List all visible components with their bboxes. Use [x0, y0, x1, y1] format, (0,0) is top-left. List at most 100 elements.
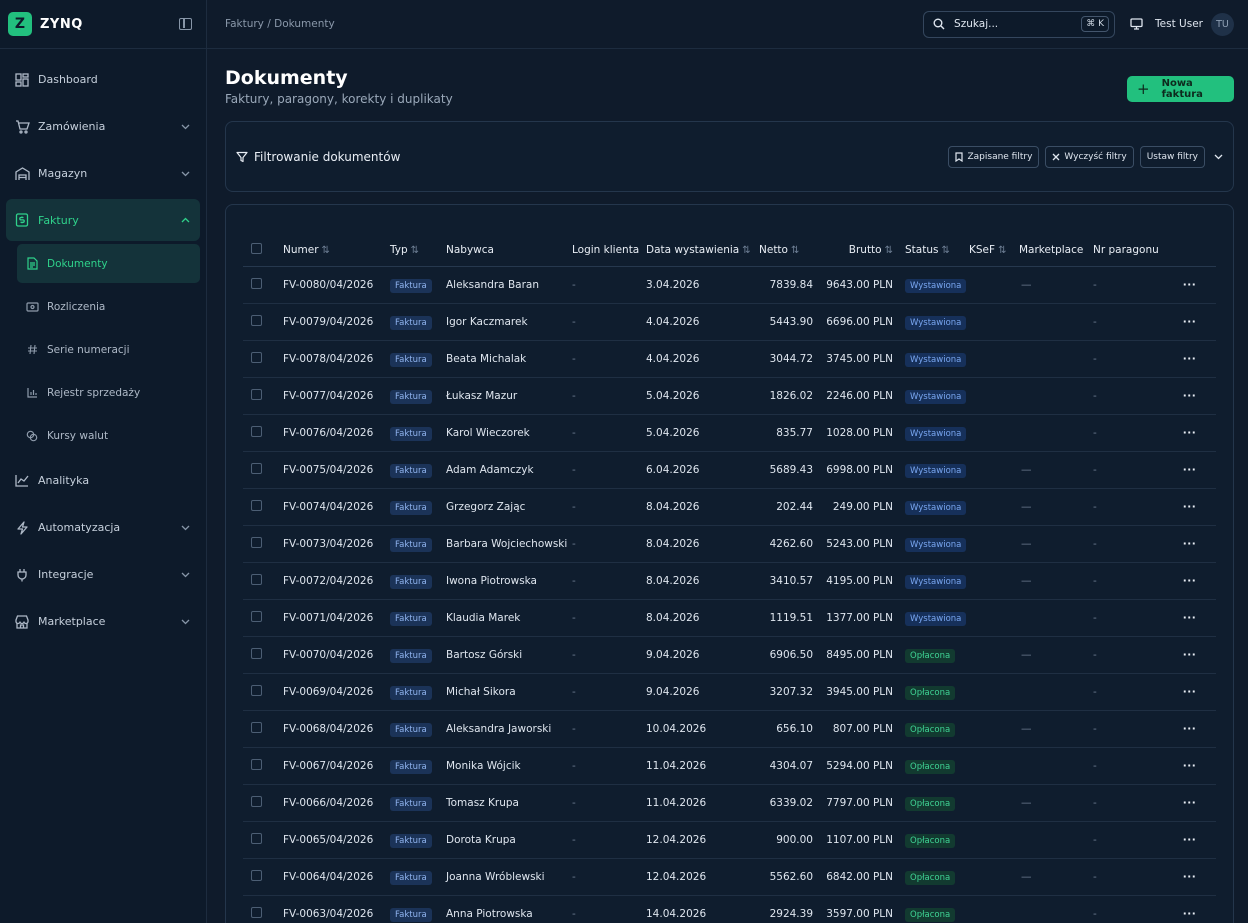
cell-numer[interactable]: FV-0074/04/2026 [283, 488, 390, 526]
more-icon[interactable]: ··· [1183, 834, 1196, 846]
row-actions-button[interactable]: ··· [1163, 895, 1216, 923]
sidebar-item-automatyzacja[interactable]: Automatyzacja [0, 504, 206, 551]
chevron-down-icon[interactable] [1214, 154, 1223, 160]
clear-filters-button[interactable]: Wyczyść filtry [1045, 145, 1134, 168]
row-checkbox[interactable] [251, 721, 262, 733]
table-row[interactable]: FV-0063/04/2026 Faktura Anna Piotrowska - 14… [243, 895, 1216, 923]
row-checkbox[interactable] [251, 388, 262, 400]
invoice-number[interactable]: FV-0080/04/2026 [283, 279, 373, 291]
table-row[interactable]: FV-0064/04/2026 Faktura Joanna Wróblewski -… [243, 858, 1216, 896]
row-actions-button[interactable]: ··· [1163, 266, 1216, 304]
new-invoice-button[interactable]: + Nowa faktura [1127, 76, 1234, 102]
more-icon[interactable]: ··· [1183, 612, 1196, 624]
cell-numer[interactable]: FV-0071/04/2026 [283, 599, 390, 637]
table-row[interactable]: FV-0067/04/2026 Faktura Monika Wójcik - 11.0… [243, 747, 1216, 785]
more-icon[interactable]: ··· [1183, 871, 1196, 883]
more-icon[interactable]: ··· [1183, 464, 1196, 476]
row-actions-button[interactable]: ··· [1163, 747, 1216, 785]
sidebar-item-faktury[interactable]: Faktury [6, 199, 200, 241]
row-actions-button[interactable]: ··· [1163, 599, 1216, 637]
set-filters-button[interactable]: Ustaw filtry [1139, 145, 1205, 168]
sidebar-item-magazyn[interactable]: Magazyn [0, 150, 206, 197]
row-checkbox[interactable] [251, 536, 262, 548]
more-icon[interactable]: ··· [1183, 723, 1196, 735]
table-row[interactable]: FV-0069/04/2026 Faktura Michał Sikora - 9.04… [243, 673, 1216, 711]
table-row[interactable]: FV-0068/04/2026 Faktura Aleksandra Jaworsk… [243, 710, 1216, 748]
invoice-number[interactable]: FV-0070/04/2026 [283, 649, 373, 661]
sidebar-subitem-kursy[interactable]: Kursy walut [0, 414, 206, 457]
cell-numer[interactable]: FV-0066/04/2026 [283, 784, 390, 822]
sidebar-subitem-serie[interactable]: Serie numeracji [0, 328, 206, 371]
table-row[interactable]: FV-0065/04/2026 Faktura Dorota Krupa - 12.04… [243, 821, 1216, 859]
invoice-number[interactable]: FV-0078/04/2026 [283, 353, 373, 365]
row-actions-button[interactable]: ··· [1163, 636, 1216, 674]
row-actions-button[interactable]: ··· [1163, 525, 1216, 563]
cell-numer[interactable]: FV-0072/04/2026 [283, 562, 390, 600]
more-icon[interactable]: ··· [1183, 316, 1196, 328]
cell-numer[interactable]: FV-0076/04/2026 [283, 414, 390, 452]
row-checkbox[interactable] [251, 351, 262, 363]
row-checkbox[interactable] [251, 277, 262, 289]
row-actions-button[interactable]: ··· [1163, 784, 1216, 822]
more-icon[interactable]: ··· [1183, 427, 1196, 439]
row-checkbox[interactable] [251, 906, 262, 918]
row-checkbox[interactable] [251, 462, 262, 474]
row-checkbox[interactable] [251, 758, 262, 770]
row-actions-button[interactable]: ··· [1163, 710, 1216, 748]
more-icon[interactable]: ··· [1183, 575, 1196, 587]
more-icon[interactable]: ··· [1183, 390, 1196, 402]
invoice-number[interactable]: FV-0075/04/2026 [283, 464, 373, 476]
cell-numer[interactable]: FV-0067/04/2026 [283, 747, 390, 785]
row-checkbox[interactable] [251, 425, 262, 437]
row-actions-button[interactable]: ··· [1163, 562, 1216, 600]
invoice-number[interactable]: FV-0066/04/2026 [283, 797, 373, 809]
cell-numer[interactable]: FV-0077/04/2026 [283, 377, 390, 415]
more-icon[interactable]: ··· [1183, 353, 1196, 365]
column-header-netto[interactable]: Netto ⇅ [759, 235, 819, 267]
cell-numer[interactable]: FV-0073/04/2026 [283, 525, 390, 563]
column-header-brutto[interactable]: Brutto ⇅ [819, 235, 893, 267]
row-actions-button[interactable]: ··· [1163, 414, 1216, 452]
sidebar-item-dashboard[interactable]: Dashboard [0, 56, 206, 103]
cell-numer[interactable]: FV-0075/04/2026 [283, 451, 390, 489]
more-icon[interactable]: ··· [1183, 686, 1196, 698]
table-row[interactable]: FV-0080/04/2026 Faktura Aleksandra Baran - 3… [243, 266, 1216, 304]
user-name[interactable]: Test User [1155, 18, 1203, 30]
select-all-checkbox[interactable] [251, 243, 262, 255]
table-row[interactable]: FV-0078/04/2026 Faktura Beata Michalak - 4.0… [243, 340, 1216, 378]
invoice-number[interactable]: FV-0077/04/2026 [283, 390, 373, 402]
table-row[interactable]: FV-0070/04/2026 Faktura Bartosz Górski - 9.0… [243, 636, 1216, 674]
table-row[interactable]: FV-0075/04/2026 Faktura Adam Adamczyk - 6.04… [243, 451, 1216, 489]
row-checkbox[interactable] [251, 684, 262, 696]
cell-numer[interactable]: FV-0065/04/2026 [283, 821, 390, 859]
table-row[interactable]: FV-0079/04/2026 Faktura Igor Kaczmarek - 4.0… [243, 303, 1216, 341]
row-checkbox[interactable] [251, 573, 262, 585]
search-input[interactable]: Szukaj... ⌘ K [923, 10, 1116, 38]
column-header-numer[interactable]: Numer ⇅ [283, 235, 390, 267]
row-actions-button[interactable]: ··· [1163, 673, 1216, 711]
cell-numer[interactable]: FV-0063/04/2026 [283, 895, 390, 923]
more-icon[interactable]: ··· [1183, 797, 1196, 809]
invoice-number[interactable]: FV-0073/04/2026 [283, 538, 373, 550]
table-row[interactable]: FV-0072/04/2026 Faktura Iwona Piotrowska - 8… [243, 562, 1216, 600]
sidebar-item-analityka[interactable]: Analityka [0, 457, 206, 504]
table-row[interactable]: FV-0073/04/2026 Faktura Barbara Wojciechow… [243, 525, 1216, 563]
cell-numer[interactable]: FV-0080/04/2026 [283, 266, 390, 304]
more-icon[interactable]: ··· [1183, 760, 1196, 772]
row-checkbox[interactable] [251, 795, 262, 807]
column-header-status[interactable]: Status ⇅ [893, 235, 969, 267]
row-actions-button[interactable]: ··· [1163, 821, 1216, 859]
row-actions-button[interactable]: ··· [1163, 340, 1216, 378]
invoice-number[interactable]: FV-0068/04/2026 [283, 723, 373, 735]
row-checkbox[interactable] [251, 314, 262, 326]
table-row[interactable]: FV-0076/04/2026 Faktura Karol Wieczorek - 5.… [243, 414, 1216, 452]
table-row[interactable]: FV-0066/04/2026 Faktura Tomasz Krupa - 11.04… [243, 784, 1216, 822]
table-row[interactable]: FV-0071/04/2026 Faktura Klaudia Marek - 8.04… [243, 599, 1216, 637]
row-checkbox[interactable] [251, 832, 262, 844]
invoice-number[interactable]: FV-0072/04/2026 [283, 575, 373, 587]
more-icon[interactable]: ··· [1183, 538, 1196, 550]
more-icon[interactable]: ··· [1183, 649, 1196, 661]
sidebar-item-integracje[interactable]: Integracje [0, 551, 206, 598]
sidebar-collapse-icon[interactable] [179, 18, 192, 30]
row-actions-button[interactable]: ··· [1163, 451, 1216, 489]
